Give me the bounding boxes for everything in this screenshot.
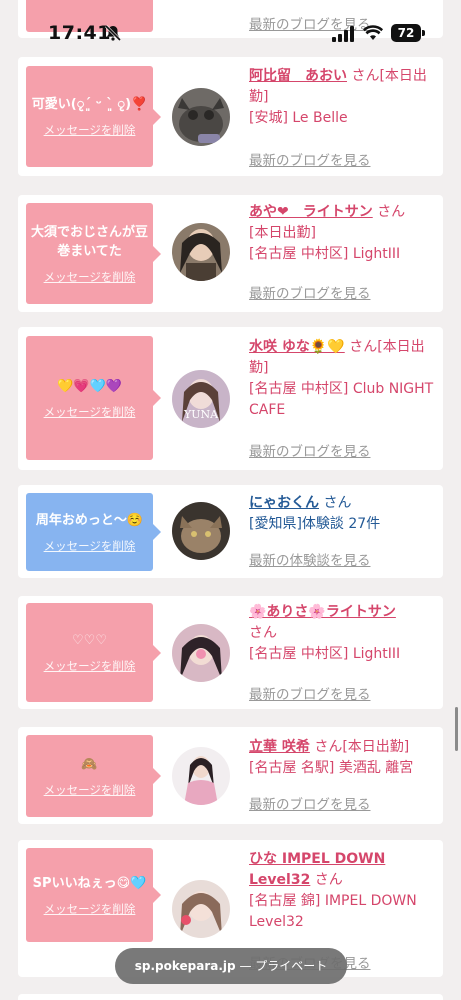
shop-name[interactable]: [名古屋 中村区] Club NIGHT CAFE [249, 381, 433, 418]
honorific: さん [351, 68, 380, 84]
partial-card [18, 994, 443, 1000]
honorific: さん [249, 625, 277, 641]
delete-message-link[interactable]: メッセージを削除 [44, 538, 136, 554]
shop-name[interactable]: [安城] Le Belle [249, 110, 348, 126]
shop-name[interactable]: [名古屋 中村区] LightIII [249, 246, 400, 262]
avatar-photo [172, 223, 230, 281]
message-text: SPいいねぇっ😋🩵 [32, 875, 147, 891]
user-info: ひな IMPEL DOWN Level32 さん [名古屋 錦] IMPEL D… [249, 849, 437, 933]
work-status: [本日出勤] [249, 225, 316, 241]
shop-name[interactable]: [名古屋 錦] IMPEL DOWN Level32 [249, 893, 417, 930]
avatar[interactable] [172, 88, 230, 146]
url-domain: sp.pokepara.jp [134, 959, 236, 973]
avatar-photo [172, 624, 230, 682]
cellular-signal-icon [332, 26, 354, 42]
message-bubble: 🙈 メッセージを削除 [26, 735, 161, 817]
avatar[interactable] [172, 880, 230, 938]
user-info: にゃおくん さん [愛知県]体験談 27件 [249, 493, 437, 535]
message-text: 💛💗🩵💜 [57, 378, 122, 394]
avatar-photo [172, 502, 230, 560]
battery-indicator: 72 [391, 24, 421, 42]
delete-message-link[interactable]: メッセージを削除 [44, 658, 136, 674]
shop-name[interactable]: [名古屋 中村区] LightIII [249, 646, 400, 662]
avatar-photo [172, 747, 230, 805]
work-status: [本日出勤] [342, 739, 410, 755]
message-text: 大須でおじさんが豆巻まいてた [30, 224, 148, 259]
avatar[interactable] [172, 624, 230, 682]
battery-tip [422, 30, 425, 36]
avatar-photo [172, 880, 230, 938]
blog-link[interactable]: 最新のブログを見る [249, 793, 371, 813]
avatar-photo: YUNA [172, 370, 230, 428]
delete-message-link[interactable]: メッセージを削除 [44, 901, 136, 917]
honorific: さん [314, 739, 343, 755]
user-name[interactable]: にゃおくん [249, 495, 319, 511]
honorific: さん [377, 204, 406, 220]
blog-link[interactable]: 最新のブログを見る [249, 683, 371, 703]
message-bubble: 可愛い(ृ´͈ ᵕ `͈ ृ)❣️ メッセージを削除 [26, 66, 161, 167]
user-name[interactable]: 🌸ありさ🌸ライトサン [249, 604, 396, 620]
message-bubble: ♡♡♡ メッセージを削除 [26, 603, 161, 702]
avatar[interactable] [172, 747, 230, 805]
message-bubble: SPいいねぇっ😋🩵 メッセージを削除 [26, 848, 161, 942]
status-bar: 17:41 72 [0, 0, 461, 64]
bell-slash-icon [104, 24, 122, 42]
experience-link[interactable]: 最新の体験談を見る [249, 549, 371, 569]
honorific: さん [323, 495, 352, 511]
avatar[interactable] [172, 223, 230, 281]
avatar-photo [172, 88, 230, 146]
message-card: 可愛い(ृ´͈ ᵕ `͈ ृ)❣️ メッセージを削除 阿比留 あおい さん[本日… [18, 57, 443, 176]
svg-text:YUNA: YUNA [183, 408, 219, 421]
message-card: 🙈 メッセージを削除 立華 咲希 さん[本日出勤] [名古屋 名駅] 美酒乱 離… [18, 727, 443, 824]
wifi-icon [363, 25, 383, 40]
user-info: 🌸ありさ🌸ライトサン さん [名古屋 中村区] LightIII [249, 602, 437, 665]
user-name[interactable]: 立華 咲希 [249, 739, 310, 755]
shop-name[interactable]: [愛知県]体験談 27件 [249, 516, 380, 532]
message-bubble: 💛💗🩵💜 メッセージを削除 [26, 336, 161, 460]
scroll-indicator[interactable] [455, 707, 458, 751]
message-text: 周年おめっと〜☺️ [35, 512, 144, 528]
message-text: ♡♡♡ [72, 633, 107, 648]
user-info: 立華 咲希 さん[本日出勤] [名古屋 名駅] 美酒乱 離宮 [249, 737, 437, 779]
url-bar[interactable]: sp.pokepara.jp — プライベート [115, 948, 347, 984]
user-info: 阿比留 あおい さん[本日出勤] [安城] Le Belle [249, 66, 437, 129]
message-bubble: 大須でおじさんが豆巻まいてた メッセージを削除 [26, 203, 161, 304]
message-card: 大須でおじさんが豆巻まいてた メッセージを削除 あや❤︎ ライトサン さん [本… [18, 195, 443, 312]
user-info: 水咲 ゆな🌻💛 さん[本日出勤] [名古屋 中村区] Club NIGHT CA… [249, 337, 437, 421]
shop-name[interactable]: [名古屋 名駅] 美酒乱 離宮 [249, 760, 413, 776]
message-text: 可愛い(ृ´͈ ᵕ `͈ ृ)❣️ [31, 97, 148, 112]
user-name[interactable]: 阿比留 あおい [249, 68, 347, 84]
message-text: 🙈 [81, 756, 98, 772]
user-name[interactable]: あや❤︎ ライトサン [249, 204, 373, 220]
delete-message-link[interactable]: メッセージを削除 [44, 404, 136, 420]
user-name[interactable]: 水咲 ゆな🌻💛 [249, 339, 345, 355]
message-card: 周年おめっと〜☺️ メッセージを削除 にゃおくん さん [愛知県]体験談 27件… [18, 485, 443, 578]
honorific: さん [349, 339, 378, 355]
avatar[interactable]: YUNA [172, 370, 230, 428]
honorific: さん [314, 872, 343, 888]
url-suffix: — プライベート [235, 959, 328, 973]
delete-message-link[interactable]: メッセージを削除 [44, 122, 136, 138]
delete-message-link[interactable]: メッセージを削除 [44, 269, 136, 285]
message-card: 💛💗🩵💜 メッセージを削除 YUNA 水咲 ゆな🌻💛 さん[本日出勤] [名古屋… [18, 327, 443, 470]
message-bubble: 周年おめっと〜☺️ メッセージを削除 [26, 493, 161, 571]
avatar[interactable] [172, 502, 230, 560]
message-card: ♡♡♡ メッセージを削除 🌸ありさ🌸ライトサン さん [名古屋 中村区] Lig… [18, 596, 443, 709]
blog-link[interactable]: 最新のブログを見る [249, 440, 371, 460]
blog-link[interactable]: 最新のブログを見る [249, 282, 371, 302]
blog-link[interactable]: 最新のブログを見る [249, 149, 371, 169]
delete-message-link[interactable]: メッセージを削除 [44, 782, 136, 798]
user-info: あや❤︎ ライトサン さん [本日出勤] [名古屋 中村区] LightIII [249, 202, 437, 265]
status-time: 17:41 [48, 22, 111, 44]
